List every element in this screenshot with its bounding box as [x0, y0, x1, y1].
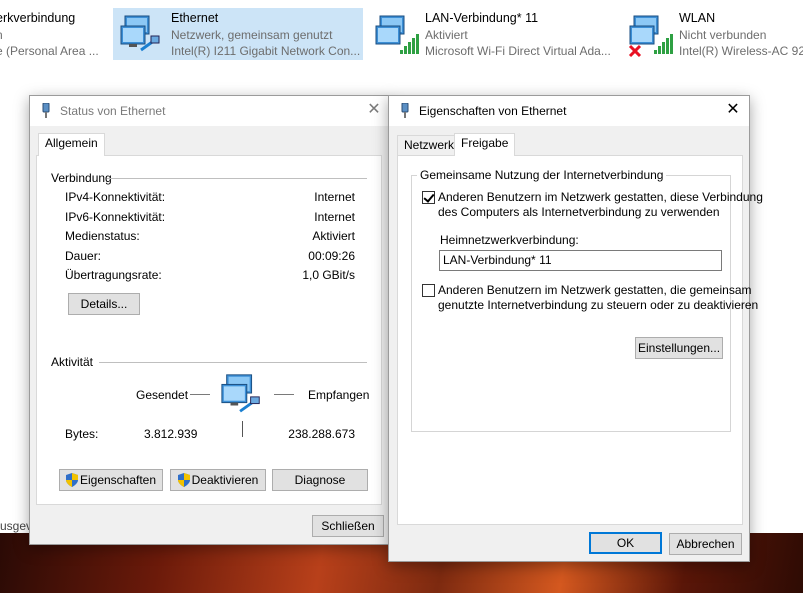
wifi-direct-network-icon: [375, 15, 419, 54]
allow-share-label-line1: Anderen Benutzern im Netzwerk gestatten,…: [438, 190, 763, 204]
media-status-label: Medienstatus:: [65, 229, 140, 243]
received-label: Empfangen: [308, 388, 370, 402]
bytes-received-value: 238.288.673: [288, 427, 355, 441]
connection-title: LAN-Verbindung* 11: [425, 11, 539, 25]
connection-status: n: [0, 28, 3, 42]
connection-device: Intel(R) I211 Gigabit Network Con...: [171, 44, 361, 58]
ics-group-title: Gemeinsame Nutzung der Internetverbindun…: [417, 168, 667, 182]
connection-title: Ethernet: [171, 11, 219, 25]
sent-line: [190, 394, 210, 395]
home-network-label: Heimnetzwerkverbindung:: [440, 233, 579, 247]
ipv6-value: Internet: [314, 210, 355, 224]
tab-netzwerk[interactable]: Netzwerk: [397, 135, 462, 155]
status-tabstrip: Allgemein: [36, 133, 384, 156]
network-adapter-icon: [401, 103, 409, 118]
allow-control-checkbox[interactable]: [422, 284, 435, 297]
ipv6-label: IPv6-Konnektivität:: [65, 210, 166, 224]
duration-label: Dauer:: [65, 249, 102, 263]
close-icon[interactable]: ✕: [717, 96, 749, 126]
connection-title: erkverbindung: [0, 11, 76, 25]
bytes-divider: [242, 421, 243, 437]
properties-dialog-title: Eigenschaften von Ethernet: [419, 104, 567, 118]
home-network-field[interactable]: LAN-Verbindung* 11: [439, 250, 722, 271]
section-divider: [107, 178, 367, 179]
disable-button[interactable]: Deaktivieren: [170, 469, 266, 491]
connection-status: Nicht verbunden: [679, 28, 767, 42]
properties-tabstrip: Netzwerk Freigabe: [397, 133, 743, 156]
connection-status: Aktiviert: [425, 28, 468, 42]
properties-dialog: Eigenschaften von Ethernet ✕ Netzwerk Fr…: [388, 95, 763, 562]
connection-item-lan-11[interactable]: LAN-Verbindung* 11 Aktiviert Microsoft W…: [368, 8, 618, 60]
cancel-button[interactable]: Abbrechen: [669, 533, 742, 555]
bytes-sent-value: 3.812.939: [144, 427, 198, 441]
network-activity-icon: [221, 374, 260, 413]
status-dialog-title: Status von Ethernet: [60, 104, 166, 118]
ethernet-network-icon: [120, 15, 160, 52]
tab-freigabe[interactable]: Freigabe: [454, 133, 516, 156]
connection-title: WLAN: [679, 11, 716, 25]
status-panel: Verbindung IPv4-Konnektivität: Internet …: [36, 155, 382, 505]
activity-section-title: Aktivität: [51, 355, 94, 369]
ipv4-label: IPv4-Konnektivität:: [65, 190, 166, 204]
speed-label: Übertragungsrate:: [65, 268, 162, 282]
allow-control-label-line2: genutzte Internetverbindung zu steuern o…: [438, 298, 759, 312]
ok-button[interactable]: OK: [589, 532, 662, 554]
received-line: [274, 394, 294, 395]
properties-button-label: Eigenschaften: [79, 473, 157, 487]
sharing-panel: Gemeinsame Nutzung der Internetverbindun…: [397, 155, 763, 525]
ipv4-value: Internet: [314, 190, 355, 204]
connection-device: e (Personal Area ...: [0, 44, 99, 58]
sent-label: Gesendet: [136, 388, 189, 402]
connection-item-bluetooth[interactable]: erkverbindung n e (Personal Area ...: [0, 8, 106, 60]
connection-item-wlan[interactable]: WLAN Nicht verbunden Intel(R) Wireless-A…: [622, 8, 803, 60]
properties-button[interactable]: Eigenschaften: [59, 469, 163, 491]
speed-value: 1,0 GBit/s: [302, 268, 355, 282]
diagnose-button[interactable]: Diagnose: [272, 469, 368, 491]
close-icon[interactable]: ✕: [358, 96, 390, 126]
connection-status: Netzwerk, gemeinsam genutzt: [171, 28, 333, 42]
allow-share-checkbox[interactable]: [422, 191, 435, 204]
connection-section-title: Verbindung: [51, 171, 112, 185]
allow-share-label-line2: des Computers als Internetverbindung zu …: [438, 205, 720, 219]
status-dialog-titlebar[interactable]: Status von Ethernet ✕: [30, 96, 390, 126]
uac-shield-icon: [65, 473, 78, 487]
allow-control-label-line1: Anderen Benutzern im Netzwerk gestatten,…: [438, 283, 752, 297]
disable-button-label: Deaktivieren: [191, 473, 259, 487]
duration-value: 00:09:26: [308, 249, 355, 263]
media-status-value: Aktiviert: [312, 229, 355, 243]
status-dialog: Status von Ethernet ✕ Allgemein Verbindu…: [29, 95, 391, 545]
connection-item-ethernet[interactable]: Ethernet Netzwerk, gemeinsam genutzt Int…: [113, 8, 363, 60]
bytes-label: Bytes:: [65, 427, 99, 441]
background-truncated-text: usgev: [0, 519, 33, 533]
tab-allgemein[interactable]: Allgemein: [38, 133, 105, 156]
connection-device: Microsoft Wi-Fi Direct Virtual Ada...: [425, 44, 611, 58]
close-button[interactable]: Schließen: [312, 515, 384, 537]
section-divider: [99, 362, 367, 363]
details-button[interactable]: Details...: [68, 293, 140, 315]
wlan-network-icon: [628, 15, 673, 58]
settings-button[interactable]: Einstellungen...: [635, 337, 723, 359]
uac-shield-icon: [177, 473, 190, 487]
connection-device: Intel(R) Wireless-AC 926: [679, 44, 803, 58]
properties-dialog-titlebar[interactable]: Eigenschaften von Ethernet ✕: [389, 96, 749, 126]
network-adapter-icon: [42, 103, 50, 118]
network-connections-list: erkverbindung n e (Personal Area ... Eth…: [0, 0, 803, 62]
